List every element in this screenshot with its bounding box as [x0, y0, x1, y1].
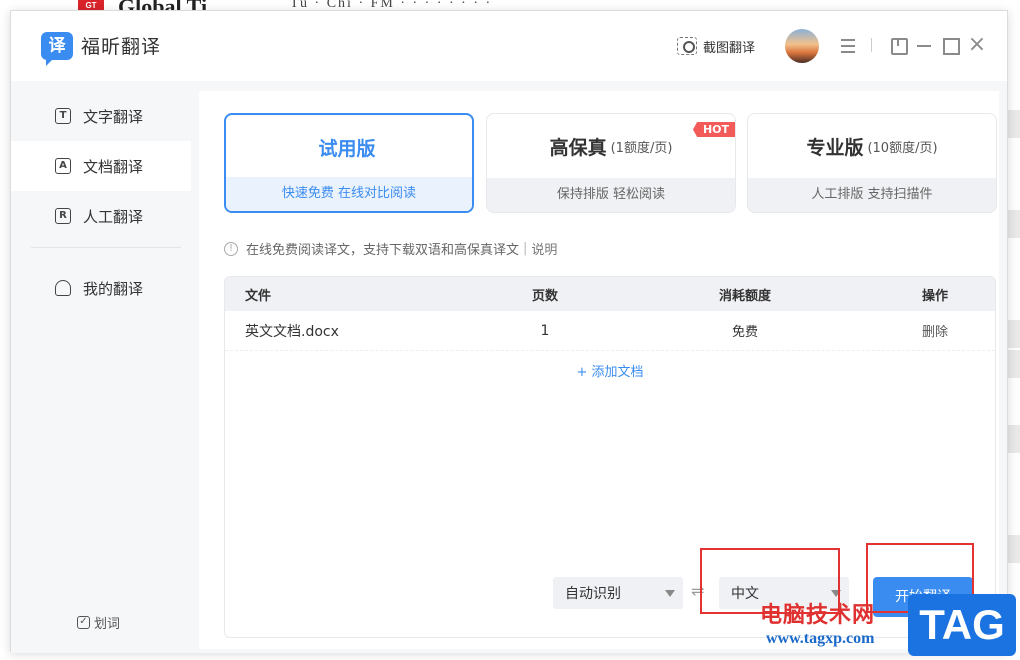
chevron-down-icon [665, 590, 675, 597]
plan-high-fidelity[interactable]: 高保真 (1额度/页) HOT 保持排版 轻松阅读 [486, 113, 736, 213]
plan-note: (10额度/页) [867, 140, 938, 156]
sidebar: T 文字翻译 A 文档翻译 R 人工翻译 我的翻译 ✓ 划词 [11, 81, 191, 653]
plan-trial[interactable]: 试用版 快速免费 在线对比阅读 [224, 113, 474, 213]
sidebar-item-label: 文档翻译 [83, 157, 144, 176]
plan-name: 试用版 [318, 137, 376, 160]
sidebar-item-text-translate[interactable]: T 文字翻译 [11, 91, 191, 141]
sidebar-item-my-translations[interactable]: 我的翻译 [11, 263, 191, 313]
titlebar: 译 福昕翻译 截图翻译 × [11, 11, 1007, 81]
file-name: 英文文档.docx [245, 323, 339, 340]
sidebar-item-document-translate[interactable]: A 文档翻译 [11, 141, 191, 191]
sidebar-item-human-translate[interactable]: R 人工翻译 [11, 191, 191, 241]
human-translate-icon: R [55, 208, 71, 224]
plan-desc: 保持排版 轻松阅读 [487, 178, 735, 212]
user-icon [55, 280, 71, 296]
table-row: 英文文档.docx 1 免费 删除 [225, 311, 995, 351]
app-title: 福昕翻译 [81, 36, 162, 58]
text-translate-icon: T [55, 108, 71, 124]
camera-icon [677, 37, 697, 55]
plan-name: 高保真 [549, 136, 607, 159]
source-language-select[interactable]: 自动识别 [553, 577, 683, 609]
notice-line: ! 在线免费阅读译文，支持下载双语和高保真译文 | 说明 [224, 239, 557, 258]
info-icon: ! [224, 241, 238, 256]
hot-badge: HOT [692, 122, 735, 137]
app-window: 译 福昕翻译 截图翻译 × T 文字翻译 A 文档翻译 R 人工翻译 我的翻译 [10, 10, 1008, 653]
sidebar-item-label: 人工翻译 [83, 207, 144, 226]
watermark-url: www.tagxp.com [766, 630, 875, 647]
minimize-icon[interactable] [915, 35, 935, 55]
checkbox-icon: ✓ [77, 616, 90, 629]
background-page-edge [1006, 80, 1020, 640]
header-cost: 消耗额度 [718, 288, 771, 304]
plan-desc: 快速免费 在线对比阅读 [226, 177, 472, 211]
pin-window-icon[interactable] [889, 35, 909, 55]
menu-icon[interactable] [839, 35, 859, 55]
delete-button[interactable]: 删除 [915, 311, 955, 350]
sidebar-divider [31, 247, 181, 248]
sidebar-item-label: 文字翻译 [83, 107, 144, 126]
watermark-tag-logo: TAG [908, 594, 1016, 656]
app-logo-icon: 译 [41, 32, 73, 66]
avatar[interactable] [785, 29, 819, 63]
huaci-toggle[interactable]: ✓ 划词 [77, 613, 120, 632]
plan-name: 专业版 [806, 136, 864, 159]
huaci-label: 划词 [94, 617, 121, 632]
add-document-button[interactable]: + 添加文档 [225, 361, 995, 380]
plan-professional[interactable]: 专业版 (10额度/页) 人工排版 支持扫描件 [747, 113, 997, 213]
notice-text: 在线免费阅读译文，支持下载双语和高保真译文 [246, 243, 520, 258]
page-count: 1 [540, 322, 550, 339]
cost-value: 免费 [731, 325, 758, 340]
notice-separator: | [523, 241, 528, 256]
watermark-text: 电脑技术网 [760, 603, 876, 628]
maximize-icon[interactable] [941, 35, 961, 55]
plan-note: (1额度/页) [610, 140, 673, 156]
close-icon[interactable]: × [967, 34, 987, 56]
screenshot-translate-button[interactable]: 截图翻译 [677, 35, 755, 57]
header-action: 操作 [921, 288, 948, 304]
plan-desc: 人工排版 支持扫描件 [748, 178, 996, 212]
header-file: 文件 [245, 288, 272, 304]
titlebar-divider [871, 38, 872, 52]
header-pages: 页数 [531, 288, 558, 304]
sidebar-item-label: 我的翻译 [83, 279, 144, 298]
document-translate-icon: A [55, 158, 71, 174]
table-header: 文件 页数 消耗额度 操作 [225, 277, 995, 311]
notice-explain-link[interactable]: 说明 [531, 239, 557, 258]
screenshot-translate-label: 截图翻译 [703, 40, 756, 56]
source-language-value: 自动识别 [565, 586, 621, 602]
